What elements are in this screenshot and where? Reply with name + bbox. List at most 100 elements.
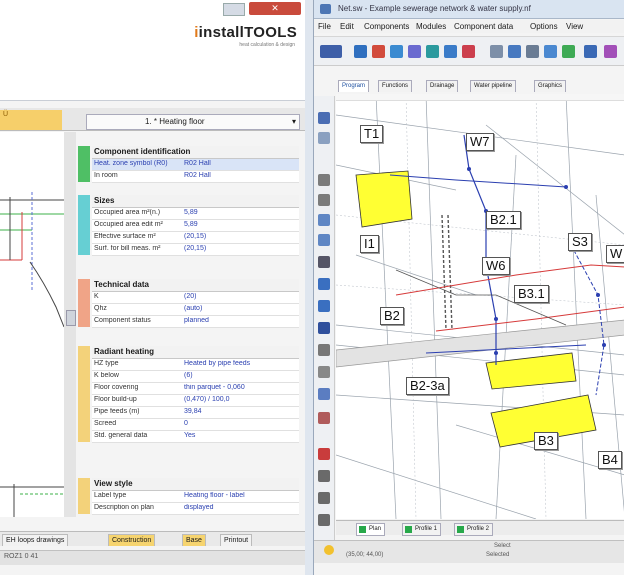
grid-icon[interactable] bbox=[318, 322, 330, 334]
tab-printout[interactable]: Printout bbox=[220, 534, 253, 546]
pointer-tool-icon[interactable] bbox=[320, 45, 342, 58]
node-label[interactable]: B2.1 bbox=[486, 211, 521, 229]
paste-icon[interactable] bbox=[318, 514, 330, 526]
water-icon[interactable] bbox=[426, 45, 439, 58]
property-row[interactable]: Pipe feeds (m) 39,84 bbox=[92, 407, 299, 419]
property-row[interactable]: Label type Heating floor - label bbox=[92, 491, 299, 503]
help-icon[interactable] bbox=[604, 45, 617, 58]
menu-component-data[interactable]: Component data bbox=[454, 22, 513, 31]
property-row[interactable]: Surf. for bill meas. m² (20,15) bbox=[92, 244, 299, 256]
section-title[interactable]: Technical data bbox=[92, 279, 299, 292]
menu-components[interactable]: Components bbox=[364, 22, 409, 31]
node-label[interactable]: W bbox=[606, 245, 624, 263]
move-icon[interactable] bbox=[318, 300, 330, 312]
menu-options[interactable]: Options bbox=[530, 22, 558, 31]
cut-icon[interactable] bbox=[318, 470, 330, 482]
tab-plan[interactable]: Plan bbox=[356, 523, 386, 536]
menu-edit[interactable]: Edit bbox=[340, 22, 354, 31]
zoom-icon[interactable] bbox=[544, 45, 557, 58]
settings-icon[interactable] bbox=[584, 45, 597, 58]
zoom-all-icon[interactable] bbox=[318, 234, 330, 246]
property-row[interactable]: Description on plan displayed bbox=[92, 503, 299, 515]
logo-subtitle: heat calculation & design bbox=[239, 42, 295, 48]
splitter-grip[interactable] bbox=[66, 310, 76, 326]
zoom-in-icon[interactable] bbox=[318, 174, 330, 186]
text-icon[interactable] bbox=[318, 366, 330, 378]
minimize-button[interactable] bbox=[223, 3, 245, 16]
section-title[interactable]: Component identification bbox=[92, 146, 299, 159]
tab-program[interactable]: Program bbox=[338, 80, 370, 92]
menu-modules[interactable]: Modules bbox=[416, 22, 446, 31]
node-label[interactable]: S3 bbox=[568, 233, 592, 251]
node-label[interactable]: I1 bbox=[360, 235, 379, 253]
node-label[interactable]: B3 bbox=[534, 432, 558, 450]
tab-base[interactable]: Base bbox=[182, 534, 206, 546]
measure-icon[interactable] bbox=[318, 344, 330, 356]
table-icon[interactable] bbox=[490, 45, 503, 58]
menu-file[interactable]: File bbox=[318, 22, 331, 31]
section-title[interactable]: Radiant heating bbox=[92, 346, 299, 359]
node-label[interactable]: B4 bbox=[598, 451, 622, 469]
property-row[interactable]: Screed 0 bbox=[92, 419, 299, 431]
pipe-icon[interactable] bbox=[444, 45, 457, 58]
drawing-preview[interactable] bbox=[0, 132, 65, 517]
report-icon[interactable] bbox=[508, 45, 521, 58]
network-icon[interactable] bbox=[354, 45, 367, 58]
property-row[interactable]: Occupied area m²(n.) 5,89 bbox=[92, 208, 299, 220]
tab-functions[interactable]: Functions bbox=[378, 80, 413, 92]
print-icon[interactable] bbox=[526, 45, 539, 58]
section-title[interactable]: View style bbox=[92, 478, 299, 491]
disk-icon[interactable] bbox=[390, 45, 403, 58]
tab-profile-1[interactable]: Profile 1 bbox=[402, 523, 442, 536]
node-label[interactable]: B2-3a bbox=[406, 377, 449, 395]
menu-view[interactable]: View bbox=[566, 22, 583, 31]
property-row[interactable]: Floor build-up (0,470) / 100,0 bbox=[92, 395, 299, 407]
delete-icon[interactable] bbox=[318, 448, 330, 460]
property-row[interactable]: HZ type Heated by pipe feeds bbox=[92, 359, 299, 371]
calc-icon[interactable] bbox=[462, 45, 475, 58]
property-row[interactable]: Occupied area edit m² 5,89 bbox=[92, 220, 299, 232]
redo-icon[interactable] bbox=[318, 132, 330, 144]
property-row[interactable]: In room R02 Hall bbox=[92, 171, 299, 183]
property-row[interactable]: Effective surface m² (20,15) bbox=[92, 232, 299, 244]
status-selection: Selected bbox=[486, 552, 510, 558]
tab-water-pipeline[interactable]: Water pipeline bbox=[470, 80, 517, 92]
close-button[interactable]: ✕ bbox=[249, 2, 301, 15]
floor-select[interactable]: 1. * Heating floor ▾ bbox=[86, 114, 300, 130]
tab-eh-loops-drawings[interactable]: EH loops drawings bbox=[2, 534, 69, 546]
node-label[interactable]: T1 bbox=[360, 125, 384, 143]
export-icon[interactable] bbox=[562, 45, 575, 58]
section-view-style: View style Label type Heating floor - lab… bbox=[78, 478, 299, 515]
select-icon[interactable] bbox=[318, 278, 330, 290]
zoom-window-icon[interactable] bbox=[318, 214, 330, 226]
property-row[interactable]: Floor covering thin parquet - 0,060 bbox=[92, 383, 299, 395]
node-label[interactable]: W6 bbox=[482, 257, 510, 275]
property-row[interactable]: K below (6) bbox=[92, 371, 299, 383]
layer-icon[interactable] bbox=[408, 45, 421, 58]
tab-drainage[interactable]: Drainage bbox=[426, 80, 459, 92]
section-technical-data: Technical data K (20) Qhz (auto) Component… bbox=[78, 279, 299, 328]
pan-icon[interactable] bbox=[318, 256, 330, 268]
tab-construction[interactable]: Construction bbox=[108, 534, 156, 546]
tab-profile-2[interactable]: Profile 2 bbox=[454, 523, 494, 536]
drawing-tab[interactable]: Ü bbox=[0, 110, 62, 130]
node-label[interactable]: B2 bbox=[380, 307, 404, 325]
rectangle-icon[interactable] bbox=[318, 412, 330, 424]
property-row[interactable]: K (20) bbox=[92, 292, 299, 304]
property-row[interactable]: Std. general data Yes bbox=[92, 431, 299, 443]
undo-icon[interactable] bbox=[318, 112, 330, 124]
zoom-out-icon[interactable] bbox=[318, 194, 330, 206]
node-label[interactable]: W7 bbox=[466, 133, 494, 151]
node-label[interactable]: B3.1 bbox=[514, 285, 549, 303]
section-title[interactable]: Sizes bbox=[92, 195, 299, 208]
property-row[interactable]: Qhz (auto) bbox=[92, 304, 299, 316]
line-icon[interactable] bbox=[318, 388, 330, 400]
copy-icon[interactable] bbox=[318, 492, 330, 504]
component-icon[interactable] bbox=[372, 45, 385, 58]
property-row[interactable]: Component status planned bbox=[92, 316, 299, 328]
plan-canvas[interactable]: T1 W7 B2.1 S3 W6 B3.1 B2 B2-3a B3 B4 I1 … bbox=[336, 94, 624, 519]
tab-graphics[interactable]: Graphics bbox=[534, 80, 567, 92]
sun-icon bbox=[324, 545, 334, 555]
property-grid: Component identification Heat. zone symb… bbox=[78, 140, 299, 523]
property-row[interactable]: Heat. zone symbol (R0) R02 Hall bbox=[92, 159, 299, 171]
